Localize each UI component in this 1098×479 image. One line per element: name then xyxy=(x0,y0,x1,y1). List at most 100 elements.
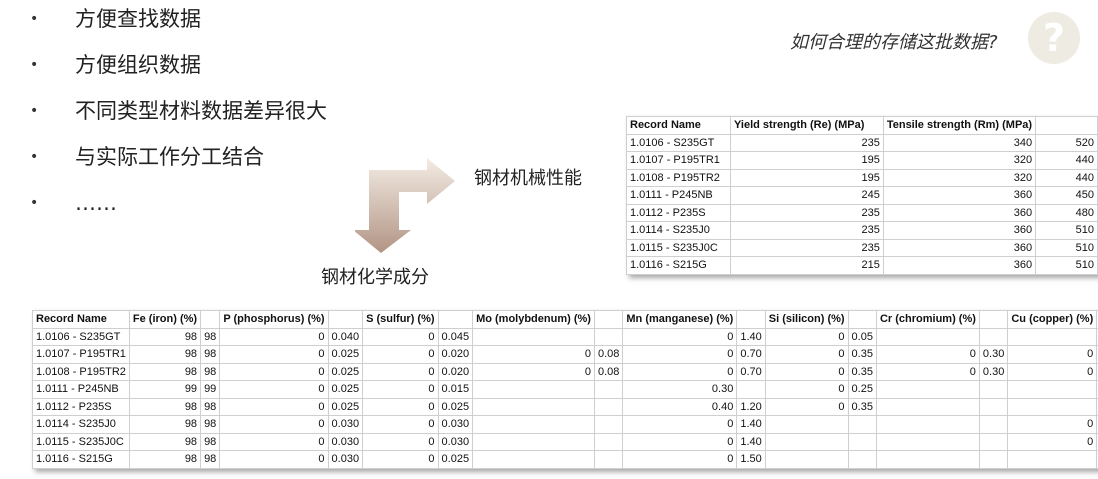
value-cell: 1.40 xyxy=(736,432,766,451)
column-header: S (sulfur) (%) xyxy=(362,310,439,329)
value-cell: 0 xyxy=(219,345,329,364)
value-cell: 0.025 xyxy=(327,362,364,381)
value-cell: 0.08 xyxy=(593,362,624,381)
value-cell: 0 xyxy=(622,450,738,469)
record-name-cell: 1.0114 - S235J0 xyxy=(626,221,731,240)
value-cell: 0.030 xyxy=(327,415,364,434)
table-row: 1.0106 - S235GT 98 98 0 0.040 0 0.045 0 1.40 0 0.0… xyxy=(32,327,1098,346)
value-cell: 235 xyxy=(730,221,884,240)
value-cell: 0.35 xyxy=(847,397,877,416)
value-cell xyxy=(472,415,595,434)
value-cell: 0.030 xyxy=(437,415,474,434)
value-cell: 0 xyxy=(1007,432,1098,451)
value-cell: 0 xyxy=(1007,362,1098,381)
value-cell: 215 xyxy=(730,256,884,275)
value-cell: 320 xyxy=(882,168,1037,187)
value-cell: 320 xyxy=(882,151,1037,170)
value-cell: 0 xyxy=(764,345,849,364)
value-cell xyxy=(764,415,849,434)
value-cell: 0 xyxy=(764,397,849,416)
slide: • 方便查找数据 • 方便组织数据 • 不同类型材料数据差异很大 • 与实际工作… xyxy=(0,0,1098,479)
value-cell: 510 xyxy=(1035,256,1098,275)
value-cell: 340 xyxy=(882,133,1037,152)
value-cell: 0 xyxy=(219,380,329,399)
value-cell: 0.05 xyxy=(847,327,877,346)
value-cell xyxy=(593,432,624,451)
value-cell: 0.015 xyxy=(437,380,474,399)
value-cell: 1.20 xyxy=(736,397,766,416)
value-cell: 0.30 xyxy=(978,345,1009,364)
value-cell: 0 xyxy=(219,397,329,416)
value-cell: 360 xyxy=(882,186,1037,205)
table-row: 1.0114 - S235J0 235 360 510 xyxy=(626,221,1098,240)
bullet-symbol: • xyxy=(30,149,39,165)
value-cell: 1.50 xyxy=(736,450,766,469)
value-cell xyxy=(978,397,1009,416)
value-cell: 510 xyxy=(1035,238,1098,257)
value-cell: 0.030 xyxy=(327,450,364,469)
value-cell: 98 xyxy=(200,345,221,364)
value-cell: 0 xyxy=(764,362,849,381)
value-cell: 0.045 xyxy=(437,327,474,346)
value-cell: 98 xyxy=(200,450,221,469)
table-header-row: Record Name Yield strength (Re) (MPa) Tens… xyxy=(626,116,1098,135)
bullet-text: 方便查找数据 xyxy=(75,7,201,31)
column-header: Cr (chromium) (%) xyxy=(875,310,980,329)
value-cell: 0 xyxy=(362,415,439,434)
value-cell xyxy=(978,380,1009,399)
value-cell: 0.35 xyxy=(847,362,877,381)
table-row: 1.0114 - S235J0989800.03000.03001.4000.5… xyxy=(32,415,1098,434)
question-mark-icon: ? xyxy=(1028,12,1080,64)
value-cell: 99 xyxy=(128,380,202,399)
value-cell: 0 xyxy=(622,415,738,434)
bent-arrow-icon xyxy=(355,158,455,253)
table-row: 1.0111 - P245NB 245 360 450 xyxy=(626,186,1098,205)
table-row: 1.0107 - P195TR1 195 320 440 xyxy=(626,151,1098,170)
value-cell xyxy=(593,380,624,399)
record-name-cell: 1.0108 - P195TR2 xyxy=(626,168,731,187)
value-cell xyxy=(1007,450,1098,469)
bent-arrow-shape xyxy=(355,158,455,253)
record-name-cell: 1.0108 - P195TR2 xyxy=(32,362,130,381)
chemical-composition-table: Record Name Fe (iron) (%) P (phosphorus) (… xyxy=(32,310,1098,469)
value-cell: 0.020 xyxy=(437,345,474,364)
bullet-symbol: • xyxy=(30,195,39,211)
value-cell: 520 xyxy=(1035,133,1098,152)
table-row: 1.0116 - S215G 98 98 0 0.030 0 0.025 0 1.50 xyxy=(32,450,1098,469)
value-cell: 0 xyxy=(1007,345,1098,364)
value-cell: 0 xyxy=(362,397,439,416)
value-cell xyxy=(472,380,595,399)
value-cell xyxy=(1007,380,1098,399)
value-cell xyxy=(875,450,980,469)
column-header xyxy=(736,310,766,329)
value-cell: 0.70 xyxy=(736,362,766,381)
value-cell xyxy=(472,397,595,416)
value-cell: 99 xyxy=(200,380,221,399)
value-cell: 0.70 xyxy=(736,345,766,364)
table-row: 1.0115 - S235J0C 235 360 510 xyxy=(626,238,1098,257)
value-cell xyxy=(978,415,1009,434)
value-cell xyxy=(764,432,849,451)
table-row: 1.0107 - P195TR1 98 98 0 0.025 0 0.020 0 0.08 0 0.… xyxy=(32,345,1098,364)
mechanical-properties-table: Record Name Yield strength (Re) (MPa) Tens… xyxy=(626,116,1098,275)
value-cell xyxy=(764,450,849,469)
value-cell: 0 xyxy=(219,432,329,451)
value-cell: 0 xyxy=(362,450,439,469)
table-row: 1.0116 - S215G 215 360 510 xyxy=(626,256,1098,275)
bullet-text: 与实际工作分工结合 xyxy=(75,145,264,169)
value-cell xyxy=(472,432,595,451)
value-cell xyxy=(875,432,980,451)
value-cell: 0 xyxy=(1007,415,1098,434)
column-header: Cu (copper) (%) xyxy=(1007,310,1098,329)
value-cell xyxy=(978,327,1009,346)
value-cell: 360 xyxy=(882,238,1037,257)
value-cell: 98 xyxy=(128,450,202,469)
value-cell xyxy=(875,327,980,346)
bullet-symbol: • xyxy=(30,57,39,73)
table-row: 1.0112 - P235S 235 360 480 xyxy=(626,203,1098,222)
value-cell xyxy=(593,450,624,469)
value-cell: 0.030 xyxy=(327,432,364,451)
value-cell: 0.025 xyxy=(437,450,474,469)
value-cell: 480 xyxy=(1035,203,1098,222)
column-header: Si (silicon) (%) xyxy=(764,310,849,329)
